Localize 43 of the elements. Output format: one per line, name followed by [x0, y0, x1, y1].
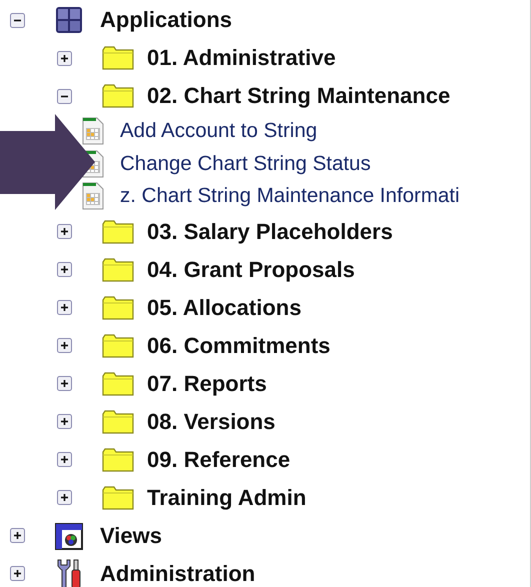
- collapse-toggle[interactable]: [10, 12, 25, 28]
- folder-icon: [102, 486, 134, 510]
- folder-icon: [102, 84, 134, 108]
- expand-toggle[interactable]: [57, 452, 72, 467]
- expand-toggle[interactable]: [57, 338, 72, 353]
- expand-toggle[interactable]: [57, 300, 72, 315]
- folder-icon: [102, 372, 134, 396]
- tree-item[interactable]: Change Chart String Status: [120, 152, 371, 176]
- folder-icon: [102, 296, 134, 320]
- folder-icon: [102, 258, 134, 282]
- expand-toggle[interactable]: [10, 566, 25, 581]
- tree-item[interactable]: Applications: [100, 7, 232, 33]
- folder-icon: [102, 220, 134, 244]
- tree-item[interactable]: z. Chart String Maintenance Informati: [120, 184, 460, 208]
- folder-icon: [102, 410, 134, 434]
- folder-icon: [102, 448, 134, 472]
- page-icon: [82, 117, 104, 146]
- tree-item[interactable]: 02. Chart String Maintenance: [147, 83, 450, 109]
- expand-toggle[interactable]: [57, 414, 72, 429]
- tree-item[interactable]: 04. Grant Proposals: [147, 256, 355, 282]
- expand-toggle[interactable]: [57, 262, 72, 277]
- expand-toggle[interactable]: [57, 50, 72, 66]
- tree-item[interactable]: 07. Reports: [147, 370, 267, 396]
- tree-item[interactable]: 01. Administrative: [147, 45, 336, 71]
- page-icon: [82, 182, 104, 210]
- window-icon: [55, 522, 83, 550]
- tree-item[interactable]: Views: [100, 522, 162, 548]
- tree-item[interactable]: Administration: [100, 560, 256, 586]
- expand-toggle[interactable]: [57, 224, 72, 239]
- tree-item[interactable]: 05. Allocations: [147, 294, 302, 320]
- tree-item[interactable]: 09. Reference: [147, 446, 290, 472]
- expand-toggle[interactable]: [10, 528, 25, 543]
- tree-item[interactable]: 08. Versions: [147, 408, 276, 434]
- tree-item[interactable]: 03. Salary Placeholders: [147, 218, 393, 244]
- tree-item[interactable]: 06. Commitments: [147, 332, 330, 358]
- folder-icon: [102, 46, 134, 70]
- folder-icon: [102, 334, 134, 358]
- expand-toggle[interactable]: [57, 490, 72, 505]
- grid-icon: [55, 6, 83, 34]
- tree-item[interactable]: Training Admin: [147, 484, 306, 510]
- expand-toggle[interactable]: [57, 376, 72, 391]
- tree-item[interactable]: Add Account to String: [120, 119, 318, 144]
- collapse-toggle[interactable]: [57, 88, 72, 104]
